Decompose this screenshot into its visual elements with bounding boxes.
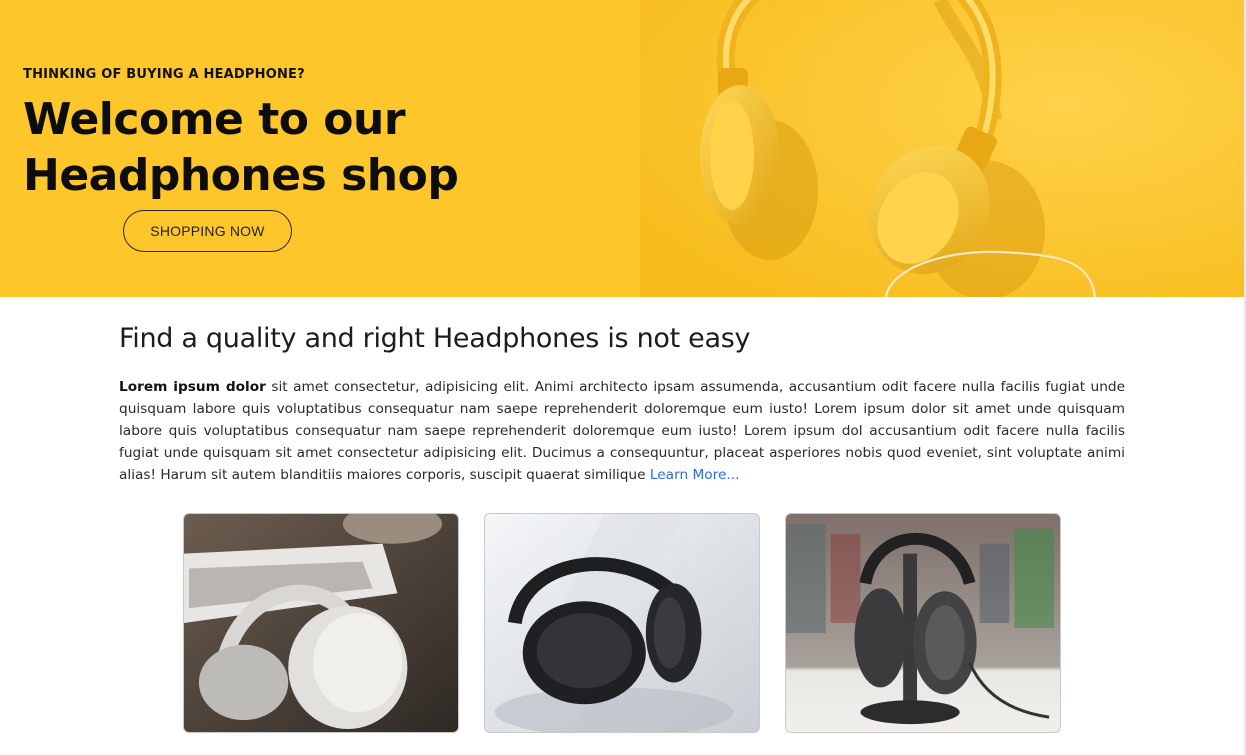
learn-more-link[interactable]: Learn More... [650, 467, 740, 483]
hero-title: Welcome to our Headphones shop [23, 92, 583, 204]
section-heading: Find a quality and right Headphones is n… [119, 323, 751, 354]
hero-title-line1: Welcome to our [23, 94, 406, 145]
section-paragraph: Lorem ipsum dolor sit amet consectetur, … [119, 376, 1125, 486]
white-sony-headphones-image [184, 514, 458, 732]
shopping-now-button[interactable]: SHOPPING NOW [123, 210, 292, 252]
black-headphones-image [485, 514, 759, 732]
hero-banner: THINKING OF BUYING A HEADPHONE? Welcome … [0, 0, 1246, 297]
product-card[interactable] [785, 513, 1061, 733]
paragraph-lead: Lorem ipsum dolor [119, 379, 266, 395]
hero-eyebrow: THINKING OF BUYING A HEADPHONE? [23, 67, 305, 82]
headphones-on-stand-image [786, 514, 1060, 732]
yellow-headphones-image [640, 0, 1246, 297]
product-card[interactable] [484, 513, 760, 733]
paragraph-text: sit amet consectetur, adipisicing elit. … [119, 379, 1125, 483]
product-card[interactable] [183, 513, 459, 733]
hero-title-line2: Headphones shop [23, 150, 459, 201]
